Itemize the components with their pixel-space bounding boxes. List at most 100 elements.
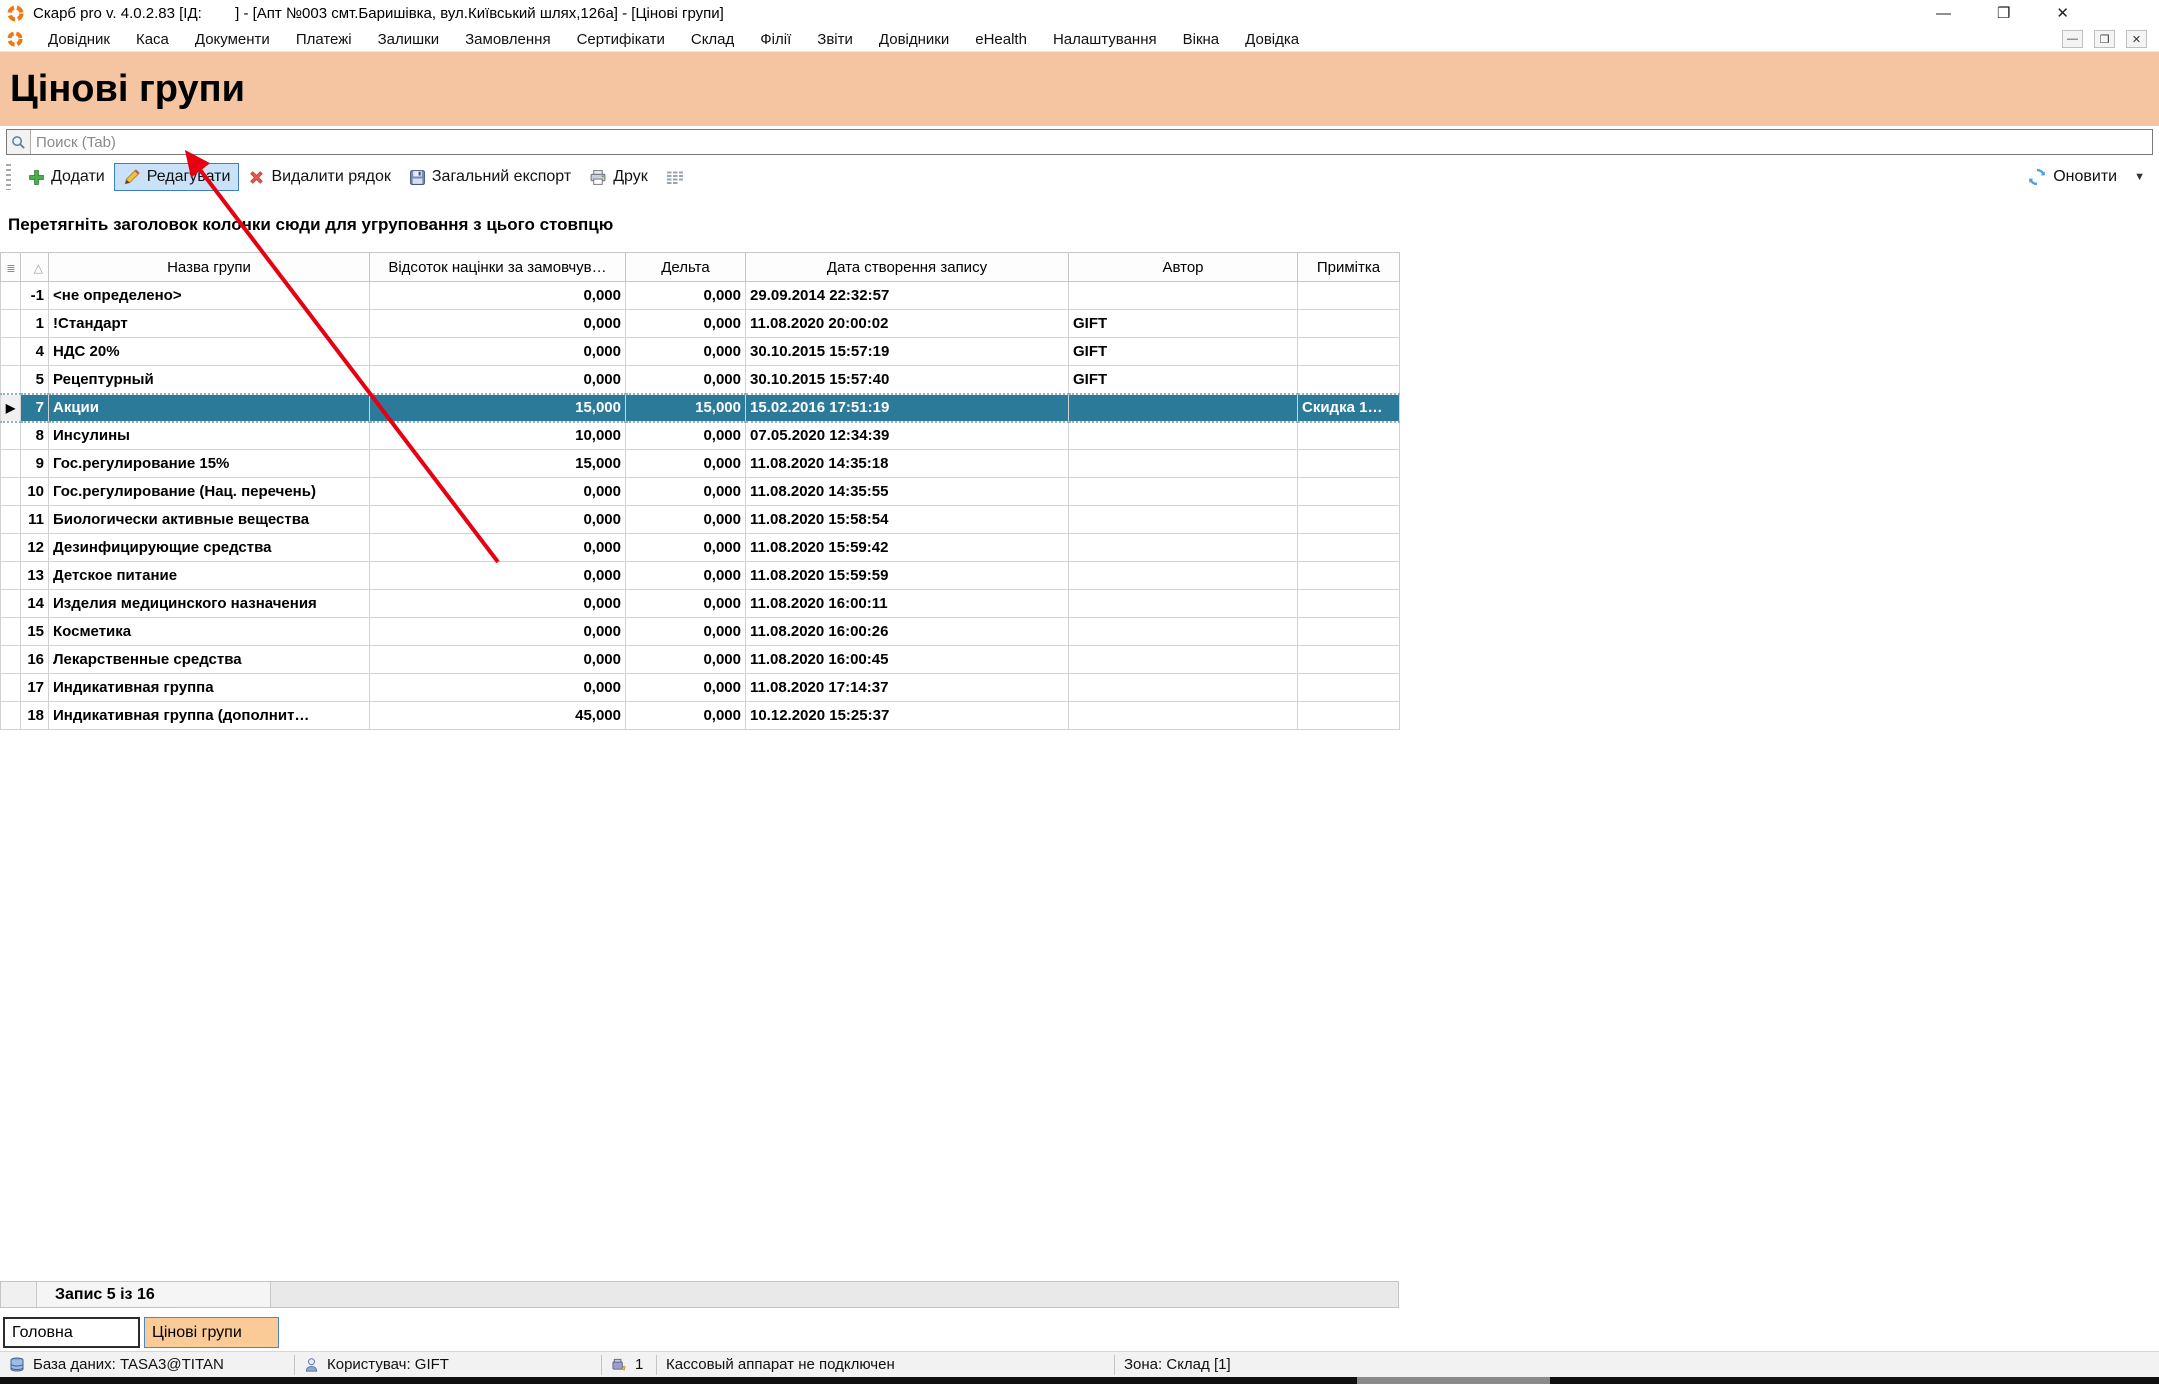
cell-author[interactable]: GIFT [1069, 338, 1298, 366]
add-button[interactable]: Додати [19, 163, 114, 191]
cell-name[interactable]: Детское питание [49, 562, 370, 590]
minimize-icon[interactable]: — [1936, 6, 1951, 21]
export-button[interactable]: Загальний експорт [400, 163, 580, 191]
cell-delta[interactable]: 0,000 [626, 338, 746, 366]
row-marker[interactable] [1, 646, 21, 674]
refresh-button[interactable]: Оновити [2018, 162, 2126, 192]
row-marker[interactable] [1, 478, 21, 506]
column-header-name[interactable]: Назва групи [49, 253, 370, 282]
table-row[interactable]: 15Косметика0,0000,00011.08.2020 16:00:26 [1, 618, 1400, 646]
row-marker[interactable] [1, 590, 21, 618]
cell-note[interactable] [1298, 562, 1400, 590]
column-header-created[interactable]: Дата створення запису [746, 253, 1069, 282]
menu-item-1[interactable]: Довідник [35, 29, 123, 50]
edit-button[interactable]: Редагувати [114, 163, 240, 191]
cell-name[interactable]: Инсулины [49, 422, 370, 450]
cell-author[interactable] [1069, 394, 1298, 422]
table-row[interactable]: -1<не определено>0,0000,00029.09.2014 22… [1, 282, 1400, 310]
cell-delta[interactable]: 0,000 [626, 618, 746, 646]
row-marker[interactable] [1, 366, 21, 394]
cell-id[interactable]: 13 [21, 562, 49, 590]
cell-created[interactable]: 29.09.2014 22:32:57 [746, 282, 1069, 310]
cell-created[interactable]: 11.08.2020 16:00:45 [746, 646, 1069, 674]
table-row[interactable]: 5Рецептурный0,0000,00030.10.2015 15:57:4… [1, 366, 1400, 394]
menu-item-12[interactable]: eHealth [962, 29, 1040, 50]
cell-delta[interactable]: 0,000 [626, 534, 746, 562]
cell-author[interactable]: GIFT [1069, 366, 1298, 394]
cell-created[interactable]: 11.08.2020 16:00:11 [746, 590, 1069, 618]
print-button[interactable]: Друк [580, 163, 657, 191]
cell-note[interactable] [1298, 450, 1400, 478]
search-input[interactable] [31, 131, 2152, 153]
cell-percent[interactable]: 0,000 [370, 366, 626, 394]
cell-delta[interactable]: 0,000 [626, 590, 746, 618]
cell-percent[interactable]: 0,000 [370, 590, 626, 618]
cell-author[interactable]: GIFT [1069, 310, 1298, 338]
table-row[interactable]: 4НДС 20%0,0000,00030.10.2015 15:57:19GIF… [1, 338, 1400, 366]
cell-percent[interactable]: 0,000 [370, 338, 626, 366]
cell-note[interactable] [1298, 590, 1400, 618]
row-marker[interactable] [1, 310, 21, 338]
table-row[interactable]: 1!Стандарт0,0000,00011.08.2020 20:00:02G… [1, 310, 1400, 338]
table-row[interactable]: 8Инсулины10,0000,00007.05.2020 12:34:39 [1, 422, 1400, 450]
cell-author[interactable] [1069, 282, 1298, 310]
cell-name[interactable]: Косметика [49, 618, 370, 646]
cell-note[interactable] [1298, 282, 1400, 310]
menu-item-9[interactable]: Філії [747, 29, 804, 50]
cell-author[interactable] [1069, 590, 1298, 618]
cell-author[interactable] [1069, 618, 1298, 646]
cell-created[interactable]: 11.08.2020 16:00:26 [746, 618, 1069, 646]
cell-name[interactable]: Гос.регулирование 15% [49, 450, 370, 478]
cell-id[interactable]: 16 [21, 646, 49, 674]
cell-author[interactable] [1069, 562, 1298, 590]
cell-name[interactable]: Гос.регулирование (Нац. перечень) [49, 478, 370, 506]
table-row[interactable]: 16Лекарственные средства0,0000,00011.08.… [1, 646, 1400, 674]
cell-delta[interactable]: 0,000 [626, 646, 746, 674]
cell-created[interactable]: 11.08.2020 14:35:55 [746, 478, 1069, 506]
row-marker[interactable] [1, 422, 21, 450]
cell-id[interactable]: 15 [21, 618, 49, 646]
cell-id[interactable]: 1 [21, 310, 49, 338]
menu-item-7[interactable]: Сертифікати [564, 29, 678, 50]
cell-note[interactable] [1298, 618, 1400, 646]
cell-delta[interactable]: 0,000 [626, 366, 746, 394]
row-marker[interactable] [1, 702, 21, 730]
cell-name[interactable]: Индикативная группа (дополнит… [49, 702, 370, 730]
cell-id[interactable]: 10 [21, 478, 49, 506]
cell-percent[interactable]: 0,000 [370, 478, 626, 506]
menu-item-5[interactable]: Залишки [365, 29, 453, 50]
mdi-close-icon[interactable]: ✕ [2126, 30, 2147, 48]
menu-item-11[interactable]: Довідники [866, 29, 962, 50]
row-marker[interactable] [1, 618, 21, 646]
table-row[interactable]: ▶7Акции15,00015,00015.02.2016 17:51:19Ск… [1, 394, 1400, 422]
column-header-id[interactable]: △ [21, 253, 49, 282]
column-header-percent[interactable]: Відсоток націнки за замовчув… [370, 253, 626, 282]
row-marker[interactable] [1, 562, 21, 590]
menu-item-4[interactable]: Платежі [283, 29, 365, 50]
cell-delta[interactable]: 0,000 [626, 450, 746, 478]
table-row[interactable]: 13Детское питание0,0000,00011.08.2020 15… [1, 562, 1400, 590]
cell-id[interactable]: 5 [21, 366, 49, 394]
menu-item-14[interactable]: Вікна [1170, 29, 1233, 50]
cell-name[interactable]: <не определено> [49, 282, 370, 310]
cell-id[interactable]: 18 [21, 702, 49, 730]
cell-author[interactable] [1069, 534, 1298, 562]
cell-name[interactable]: !Стандарт [49, 310, 370, 338]
row-marker[interactable] [1, 338, 21, 366]
row-marker[interactable] [1, 450, 21, 478]
cell-percent[interactable]: 15,000 [370, 394, 626, 422]
cell-delta[interactable]: 0,000 [626, 674, 746, 702]
cell-id[interactable]: 14 [21, 590, 49, 618]
cell-delta[interactable]: 15,000 [626, 394, 746, 422]
table-row[interactable]: 9Гос.регулирование 15%15,0000,00011.08.2… [1, 450, 1400, 478]
grid-view-button[interactable] [657, 164, 693, 191]
cell-created[interactable]: 15.02.2016 17:51:19 [746, 394, 1069, 422]
cell-name[interactable]: Изделия медицинского назначения [49, 590, 370, 618]
menu-item-3[interactable]: Документи [182, 29, 283, 50]
cell-created[interactable]: 11.08.2020 20:00:02 [746, 310, 1069, 338]
table-row[interactable]: 17Индикативная группа0,0000,00011.08.202… [1, 674, 1400, 702]
menu-item-13[interactable]: Налаштування [1040, 29, 1170, 50]
close-icon[interactable]: ✕ [2056, 6, 2069, 21]
cell-name[interactable]: Рецептурный [49, 366, 370, 394]
cell-delta[interactable]: 0,000 [626, 506, 746, 534]
